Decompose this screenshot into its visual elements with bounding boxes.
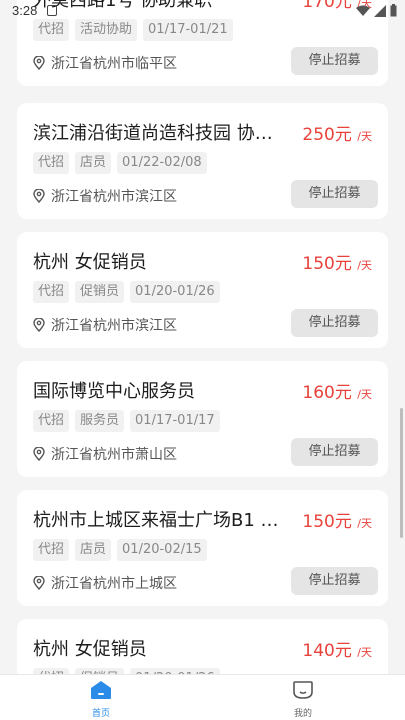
stop-recruiting-button[interactable]: 停止招募 [291, 567, 378, 595]
location-text: 浙江省杭州市滨江区 [51, 318, 177, 334]
stop-recruiting-button[interactable]: 停止招募 [291, 309, 378, 337]
status-time: 3:28 [12, 3, 38, 18]
job-pay: 250元 /天 [302, 120, 372, 145]
job-card[interactable]: 杭州 女促销员 150元 /天 代招 促销员 01/20-01/26 浙江省杭州… [17, 232, 388, 348]
tag-type: 代招 [33, 152, 70, 174]
tag-date: 01/17-01/17 [130, 410, 220, 432]
pay-amount: 150元 [302, 512, 352, 532]
pay-amount: 150元 [302, 254, 352, 274]
location-pin-icon [33, 576, 45, 590]
signal-icon [374, 4, 386, 17]
stop-recruiting-button[interactable]: 停止招募 [291, 180, 378, 208]
pay-unit: /天 [357, 130, 372, 143]
location-pin-icon [33, 447, 45, 461]
wifi-icon [356, 5, 370, 16]
location-pin-icon [33, 56, 45, 70]
job-pay: 150元 /天 [302, 249, 372, 274]
status-bar: 3:28 [0, 0, 405, 24]
job-pay: 160元 /天 [302, 378, 372, 403]
job-title: 滨江浦沿街道尚造科技园 协助... [33, 123, 288, 144]
location-pin-icon [33, 189, 45, 203]
pay-unit: /天 [357, 388, 372, 401]
job-location: 浙江省杭州市滨江区 [33, 186, 177, 206]
tag-role: 店员 [75, 152, 112, 174]
location-text: 浙江省杭州市萧山区 [51, 447, 177, 463]
job-title: 杭州市上城区来福士广场B1 巧... [33, 510, 288, 531]
job-tags: 代招 服务员 01/17-01/17 [33, 410, 220, 432]
notification-icon [47, 5, 57, 16]
tag-role: 店员 [75, 539, 112, 561]
tag-role: 促销员 [75, 281, 125, 303]
job-title: 杭州 女促销员 [33, 252, 147, 273]
tag-type: 代招 [33, 281, 70, 303]
tab-mine[interactable]: 我的 [273, 680, 333, 719]
tab-home[interactable]: 首页 [71, 680, 131, 719]
pay-unit: /天 [357, 646, 372, 659]
job-tags: 代招 促销员 01/20-01/26 [33, 281, 220, 303]
tab-home-label: 首页 [91, 709, 110, 719]
job-location: 浙江省杭州市临平区 [33, 53, 177, 73]
pay-amount: 160元 [302, 383, 352, 403]
tag-date: 01/22-02/08 [117, 152, 207, 174]
pay-amount: 140元 [302, 641, 352, 661]
tag-type: 代招 [33, 539, 70, 561]
job-card[interactable]: 滨江浦沿街道尚造科技园 协助... 250元 /天 代招 店员 01/22-02… [17, 103, 388, 219]
tag-role: 服务员 [75, 410, 125, 432]
job-location: 浙江省杭州市上城区 [33, 573, 177, 593]
home-icon [91, 681, 111, 699]
scrollbar[interactable] [400, 408, 403, 538]
job-card[interactable]: 国际博览中心服务员 160元 /天 代招 服务员 01/17-01/17 浙江省… [17, 361, 388, 477]
tab-mine-label: 我的 [293, 709, 312, 719]
location-text: 浙江省杭州市上城区 [51, 576, 177, 592]
location-text: 浙江省杭州市滨江区 [51, 189, 177, 205]
job-title: 杭州 女促销员 [33, 639, 147, 660]
job-tags: 代招 店员 01/20-02/15 [33, 539, 207, 561]
status-icons [356, 4, 397, 17]
battery-icon [390, 4, 397, 17]
job-card[interactable]: 杭州市上城区来福士广场B1 巧... 150元 /天 代招 店员 01/20-0… [17, 490, 388, 606]
tag-date: 01/20-01/26 [130, 281, 220, 303]
job-location: 浙江省杭州市滨江区 [33, 315, 177, 335]
tag-type: 代招 [33, 410, 70, 432]
stop-recruiting-button[interactable]: 停止招募 [291, 47, 378, 75]
bottom-tab-bar: 首页 我的 [0, 674, 405, 720]
pay-unit: /天 [357, 259, 372, 272]
tag-date: 01/20-02/15 [117, 539, 207, 561]
job-pay: 140元 /天 [302, 636, 372, 661]
stop-recruiting-button[interactable]: 停止招募 [291, 438, 378, 466]
profile-icon [293, 681, 313, 699]
job-title: 国际博览中心服务员 [33, 381, 195, 402]
pay-unit: /天 [357, 517, 372, 530]
job-location: 浙江省杭州市萧山区 [33, 444, 177, 464]
job-pay: 150元 /天 [302, 507, 372, 532]
location-text: 浙江省杭州市临平区 [51, 56, 177, 72]
pay-amount: 250元 [302, 125, 352, 145]
job-tags: 代招 店员 01/22-02/08 [33, 152, 207, 174]
location-pin-icon [33, 318, 45, 332]
